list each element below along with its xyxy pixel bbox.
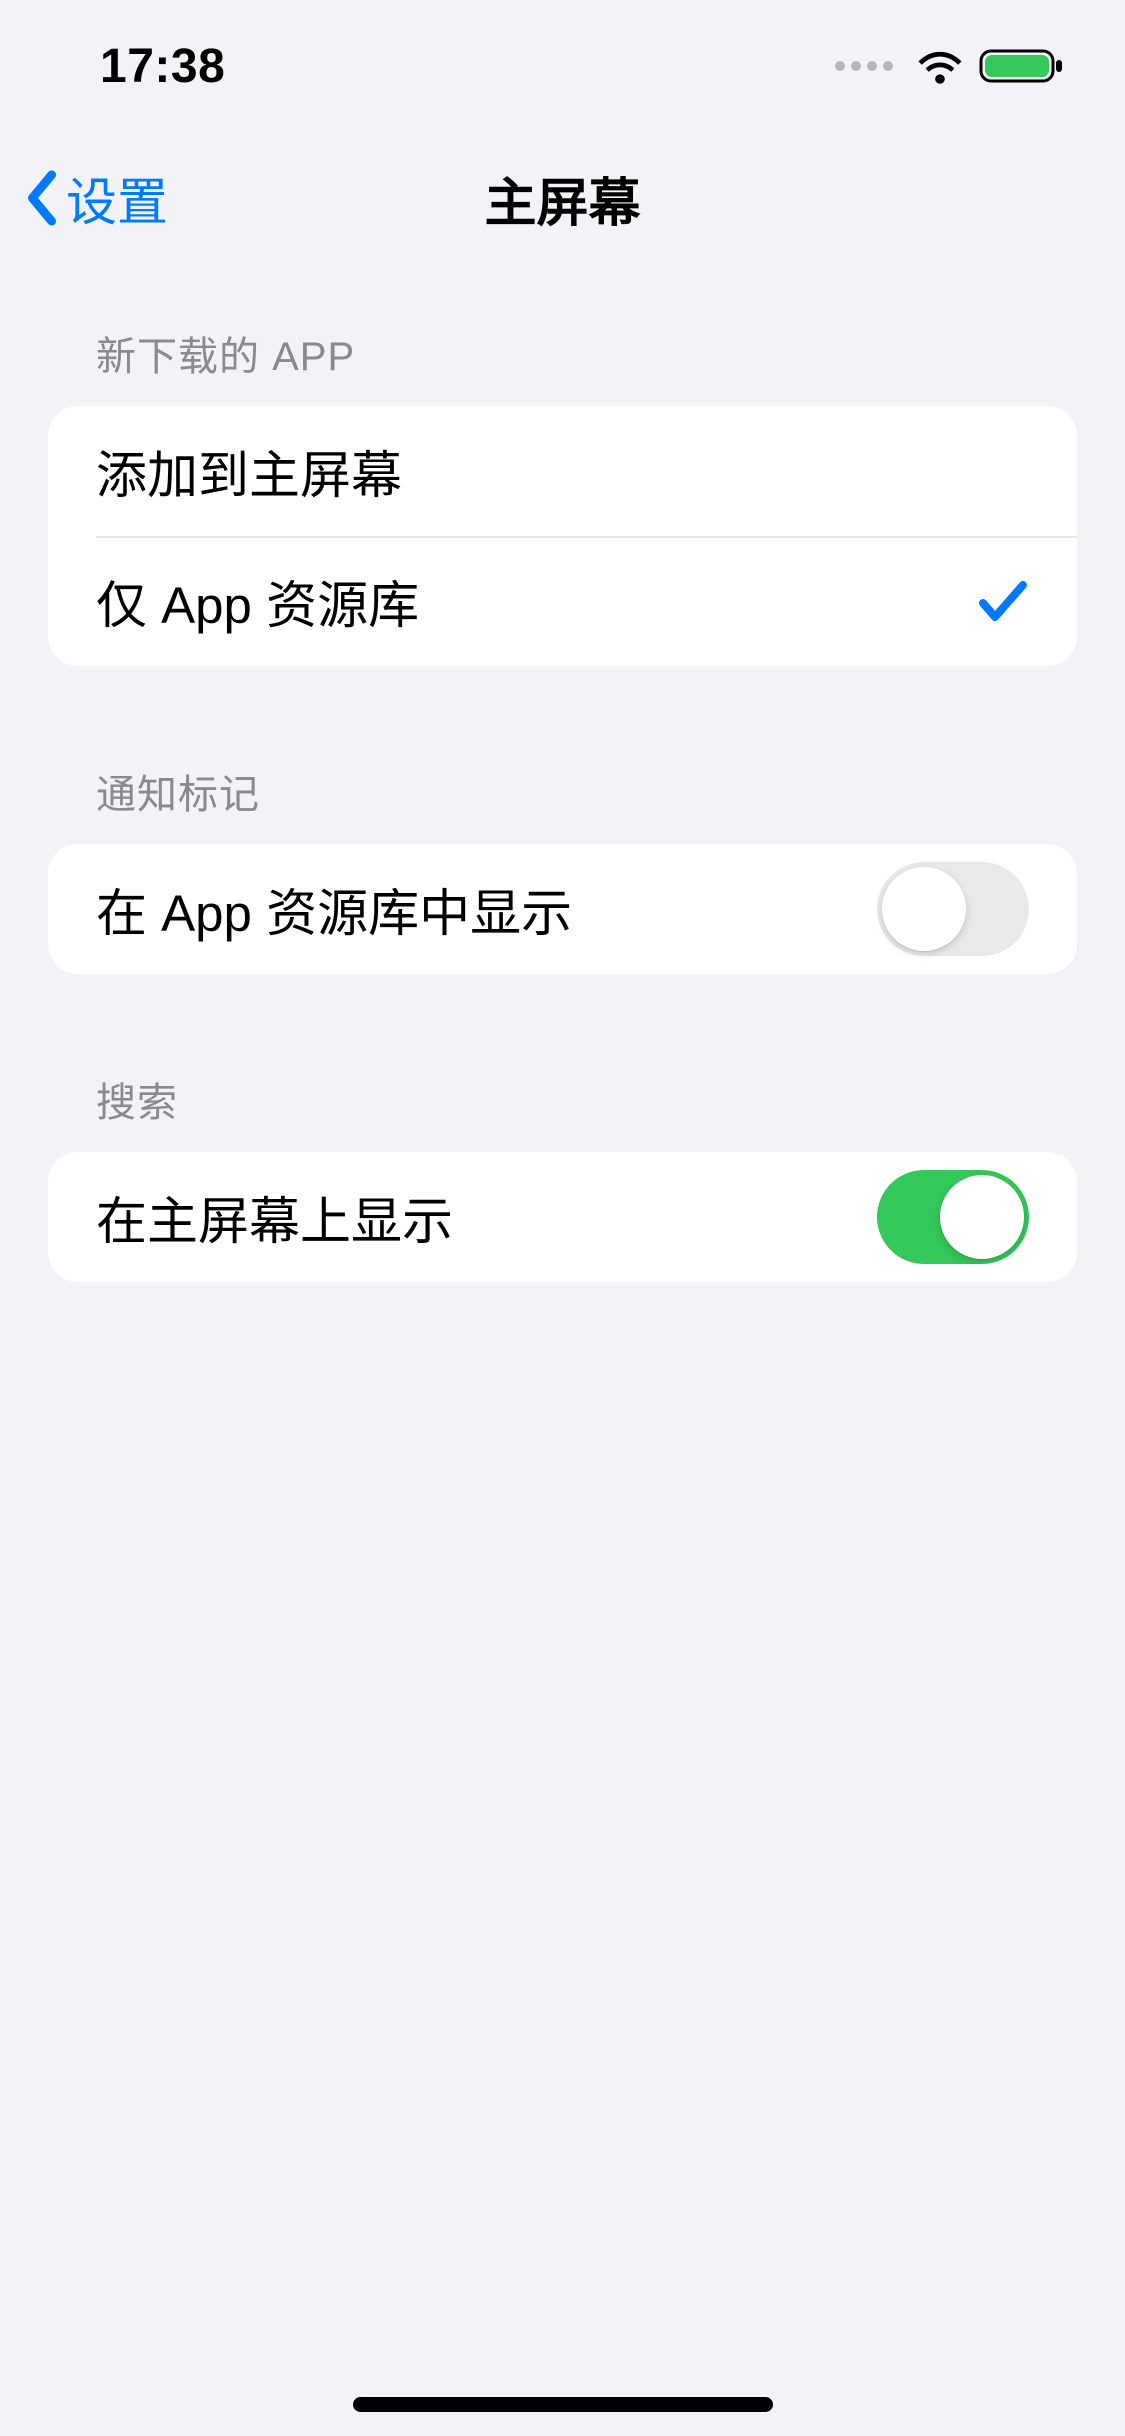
group-notification-badges: 在 App 资源库中显示 — [48, 844, 1077, 974]
option-label: 仅 App 资源库 — [96, 564, 419, 638]
row-show-in-app-library: 在 App 资源库中显示 — [48, 844, 1077, 974]
battery-icon — [979, 46, 1065, 86]
cellular-dots-icon — [835, 61, 893, 71]
page-title: 主屏幕 — [484, 161, 640, 236]
wifi-icon — [915, 47, 965, 85]
nav-header: 设置 主屏幕 — [0, 132, 1125, 264]
checkmark-icon — [977, 577, 1029, 625]
chevron-left-icon — [24, 169, 60, 227]
section-new-downloads: 新下载的 APP 添加到主屏幕 仅 App 资源库 — [48, 324, 1077, 666]
row-show-on-home-screen: 在主屏幕上显示 — [48, 1152, 1077, 1282]
section-search: 搜索 在主屏幕上显示 — [48, 1070, 1077, 1282]
content: 新下载的 APP 添加到主屏幕 仅 App 资源库 通知标记 在 App 资源库… — [0, 324, 1125, 1282]
home-indicator[interactable] — [353, 2397, 773, 2412]
toggle-label: 在 App 资源库中显示 — [96, 872, 572, 946]
section-notification-badges: 通知标记 在 App 资源库中显示 — [48, 762, 1077, 974]
section-header: 新下载的 APP — [48, 324, 1077, 406]
group-new-downloads: 添加到主屏幕 仅 App 资源库 — [48, 406, 1077, 666]
status-time: 17:38 — [100, 39, 225, 94]
option-app-library-only[interactable]: 仅 App 资源库 — [48, 536, 1077, 666]
group-search: 在主屏幕上显示 — [48, 1152, 1077, 1282]
section-header: 搜索 — [48, 1070, 1077, 1152]
option-add-to-home[interactable]: 添加到主屏幕 — [48, 406, 1077, 536]
status-right — [835, 46, 1065, 86]
toggle-show-on-home-screen[interactable] — [877, 1170, 1029, 1264]
back-button[interactable]: 设置 — [24, 161, 168, 235]
section-header: 通知标记 — [48, 762, 1077, 844]
back-label: 设置 — [66, 161, 168, 235]
toggle-show-in-app-library[interactable] — [877, 862, 1029, 956]
option-label: 添加到主屏幕 — [96, 434, 402, 508]
toggle-label: 在主屏幕上显示 — [96, 1180, 453, 1254]
status-bar: 17:38 — [0, 0, 1125, 132]
